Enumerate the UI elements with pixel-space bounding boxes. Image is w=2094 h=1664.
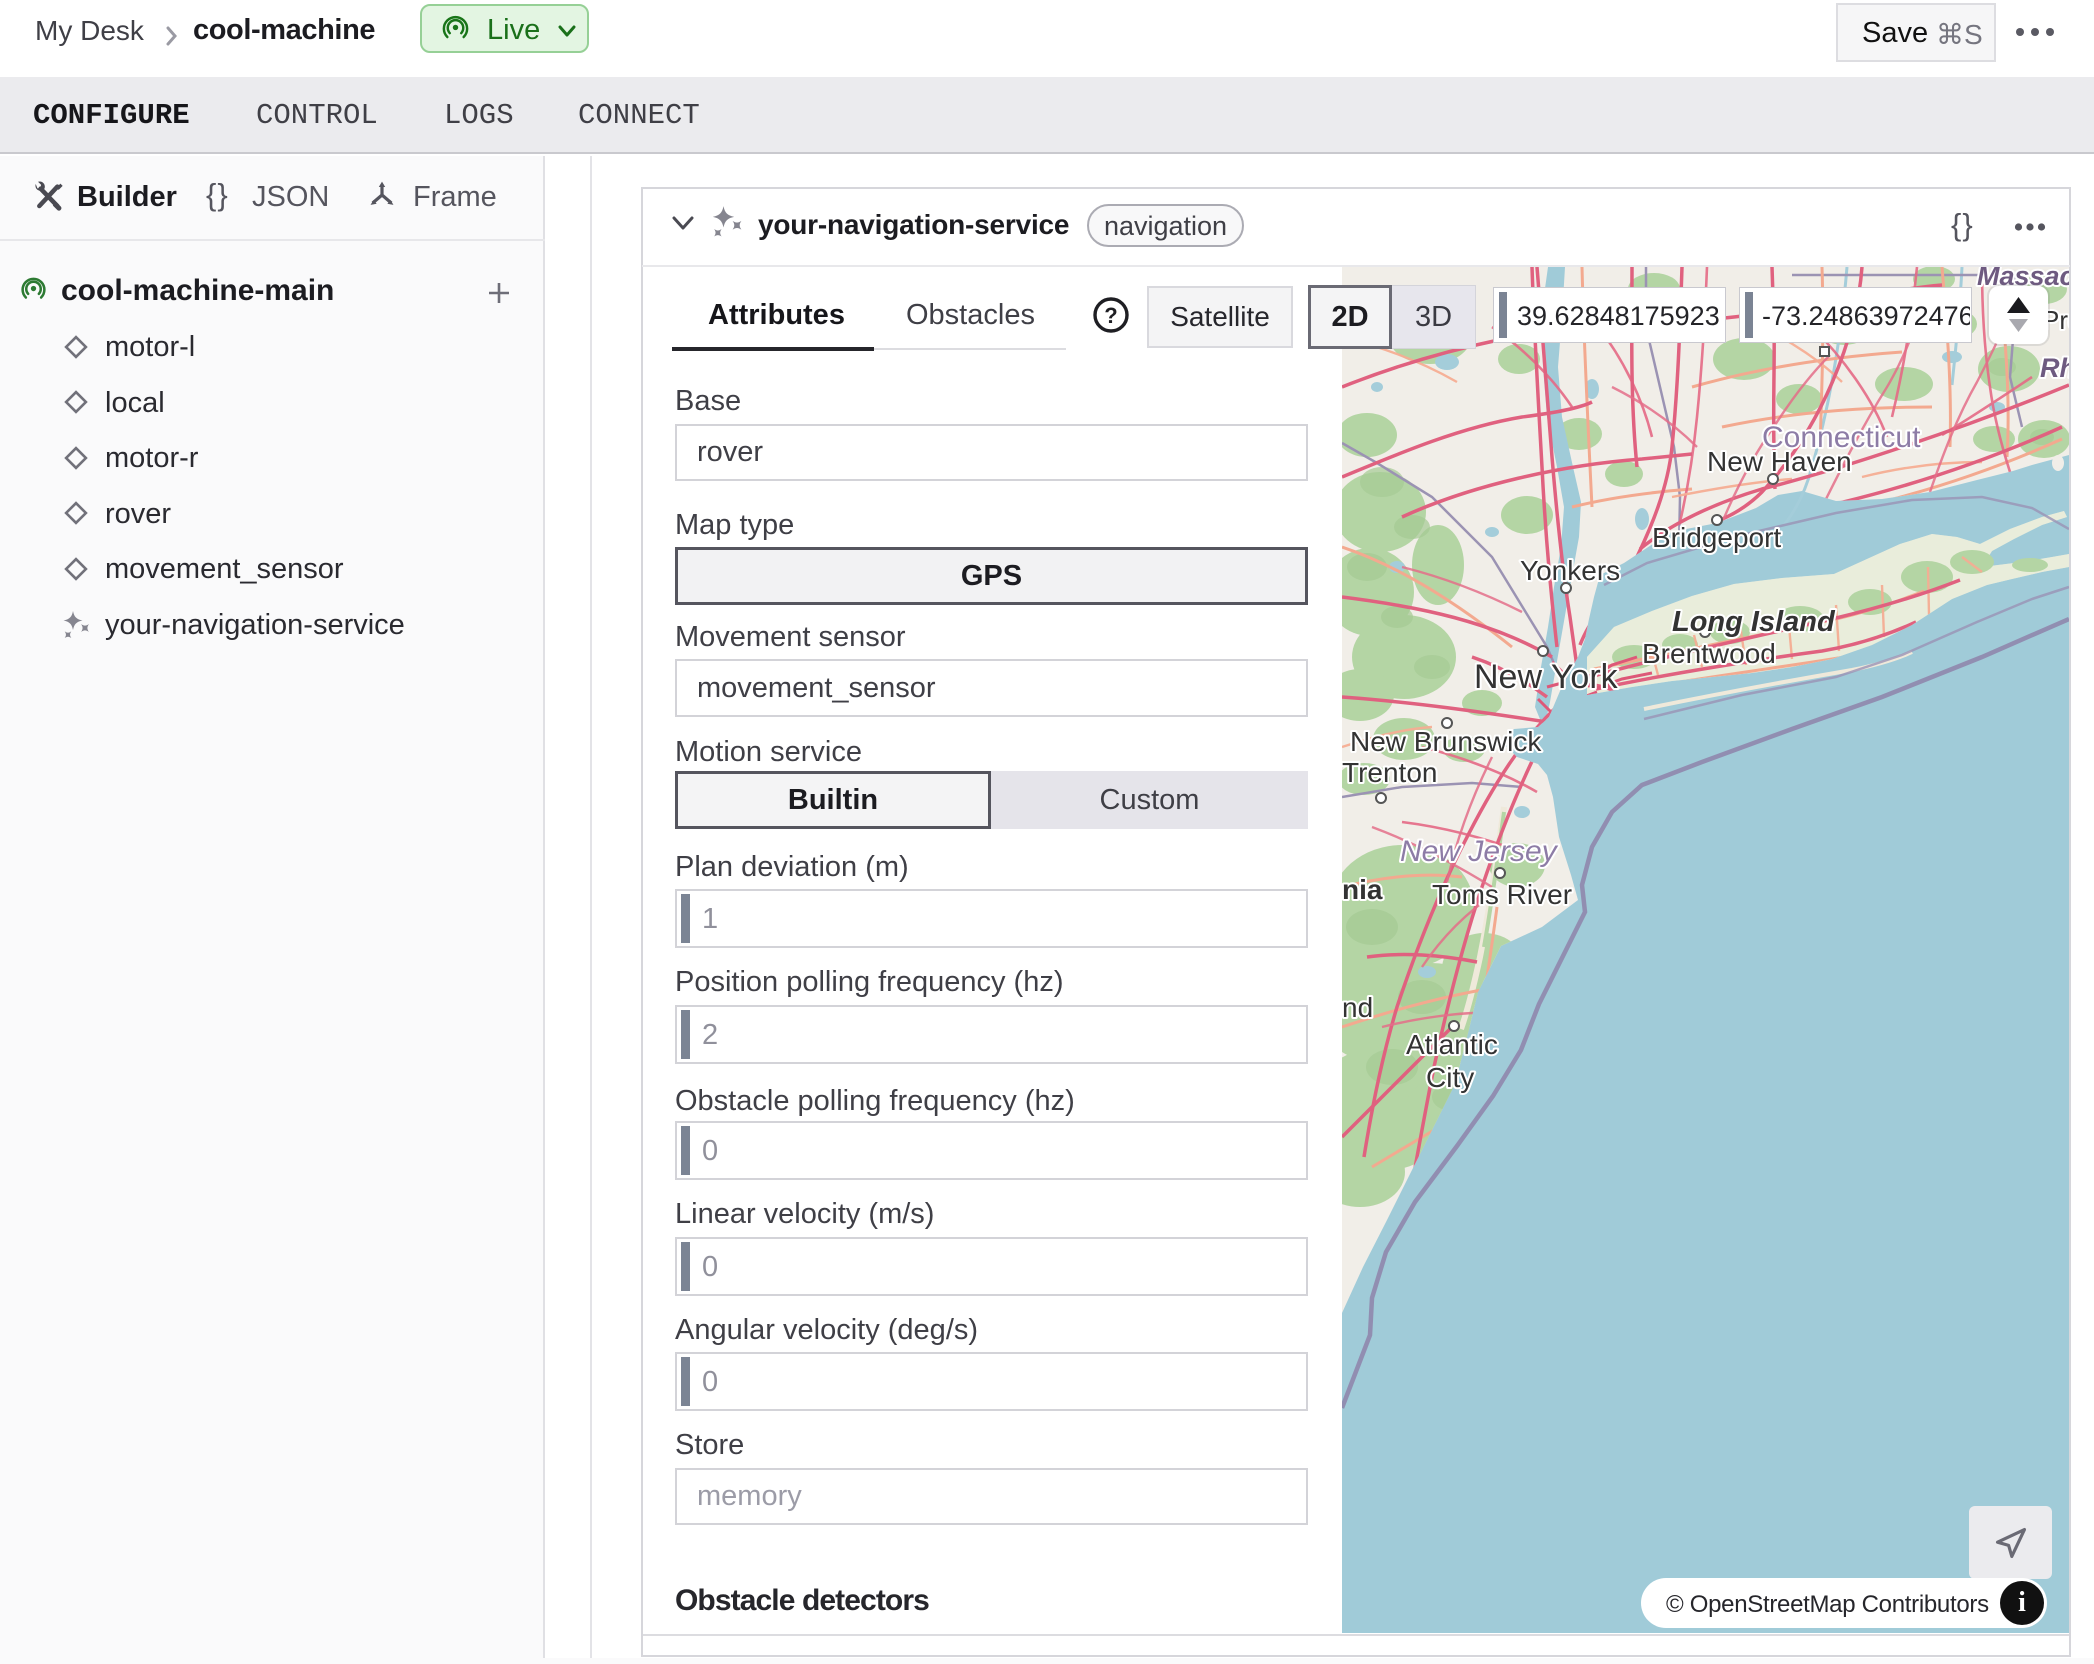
svg-text:Long Island: Long Island	[1672, 606, 1836, 638]
svg-text:New Haven: New Haven	[1707, 446, 1852, 477]
svg-text:Toms River: Toms River	[1432, 879, 1572, 910]
svg-text:New Brunswick: New Brunswick	[1350, 726, 1542, 757]
svg-text:Rhod: Rhod	[2040, 353, 2069, 383]
svg-text:City: City	[1426, 1062, 1474, 1093]
svg-text:Atlantic: Atlantic	[1406, 1029, 1498, 1060]
svg-text:nd: nd	[1342, 992, 1373, 1023]
svg-text:Yonkers: Yonkers	[1520, 555, 1620, 586]
svg-text:New York: New York	[1474, 658, 1619, 696]
svg-text:New Jersey: New Jersey	[1400, 835, 1559, 868]
svg-text:Trenton: Trenton	[1342, 757, 1437, 788]
svg-text:?: ?	[1104, 303, 1117, 328]
svg-text:Brentwood: Brentwood	[1642, 638, 1776, 669]
svg-text:nia: nia	[1342, 874, 1383, 905]
svg-text:Bridgeport: Bridgeport	[1652, 522, 1781, 553]
